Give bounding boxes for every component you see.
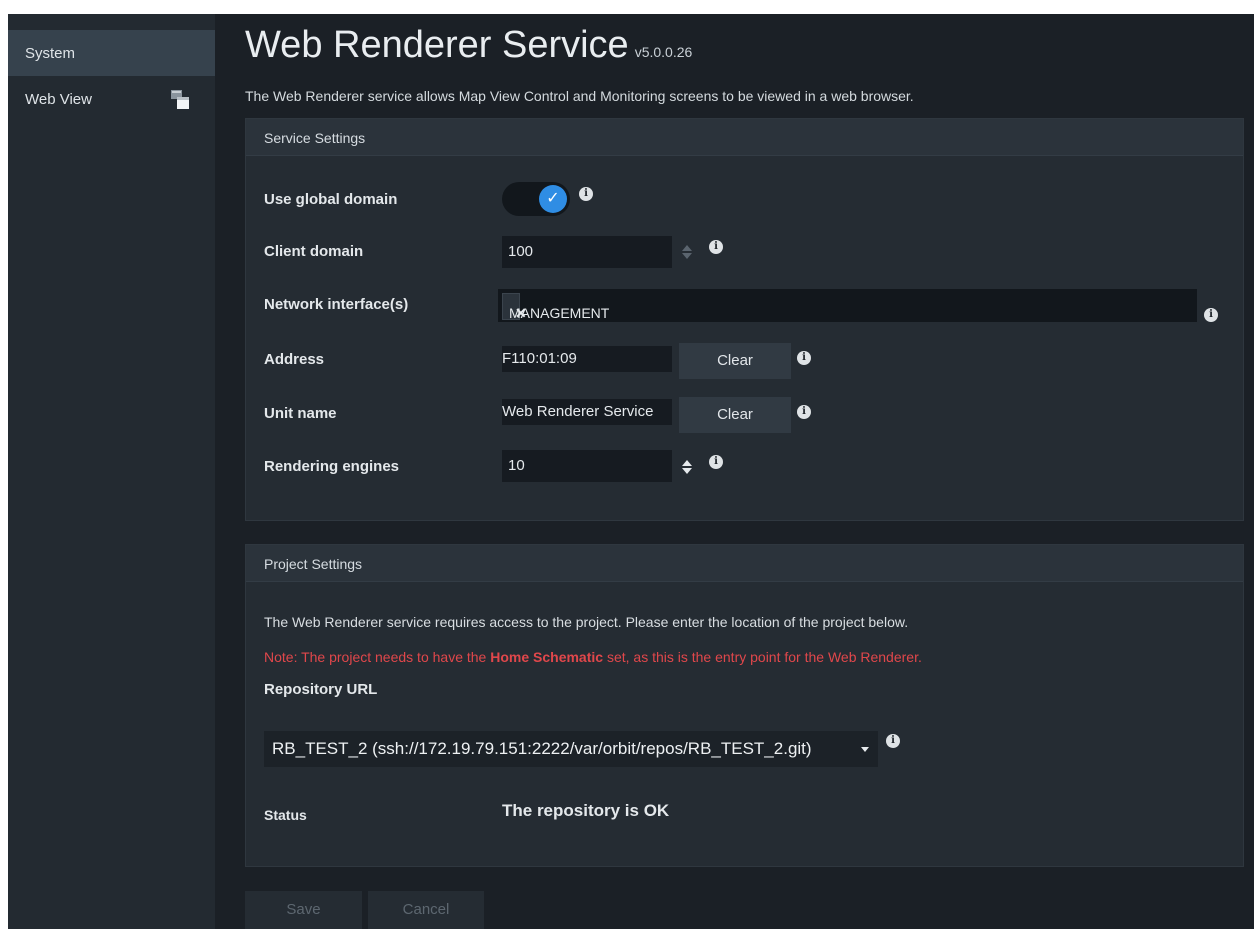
client-domain-stepper[interactable] <box>682 245 692 259</box>
main-content: Web Renderer Service v5.0.0.26 The Web Re… <box>215 14 1254 929</box>
sidebar-item-label: System <box>25 45 76 62</box>
info-icon[interactable]: i <box>579 187 593 201</box>
project-settings-panel: Project Settings The Web Renderer servic… <box>245 544 1244 867</box>
status-label: Status <box>264 807 307 823</box>
status-value: The repository is OK <box>502 801 670 820</box>
rendering-engines-value: 10 <box>508 457 525 474</box>
page-description: The Web Renderer service allows Map View… <box>245 88 914 104</box>
chevron-down-icon <box>861 747 869 752</box>
project-settings-header: Project Settings <box>246 545 1243 582</box>
project-note-bold: Home Schematic <box>490 649 604 665</box>
remove-tag-icon[interactable]: ✕ <box>515 301 527 326</box>
project-note-prefix: Note: The project needs to have the <box>264 649 491 665</box>
page-title-text: Web Renderer Service <box>245 24 629 66</box>
sidebar-item-label: Web View <box>25 91 92 108</box>
address-input[interactable]: F110:01:09 <box>502 346 672 372</box>
address-value: F110:01:09 <box>502 350 577 367</box>
repository-url-label: Repository URL <box>264 681 378 698</box>
use-global-domain-toggle[interactable]: ✓ <box>502 182 570 216</box>
sidebar-item-system[interactable]: System <box>8 30 215 76</box>
client-domain-label: Client domain <box>264 243 364 260</box>
address-clear-button[interactable]: Clear <box>679 343 791 379</box>
network-interfaces-label: Network interface(s) <box>264 296 409 313</box>
check-icon: ✓ <box>539 185 567 213</box>
repository-url-value: RB_TEST_2 (ssh://172.19.79.151:2222/var/… <box>272 739 812 758</box>
project-note-suffix: set, as this is the entry point for the … <box>603 649 922 665</box>
decrement-icon[interactable] <box>682 468 692 474</box>
unit-name-label: Unit name <box>264 405 337 422</box>
unit-name-input[interactable]: Web Renderer Service <box>502 399 672 425</box>
info-icon[interactable]: i <box>709 455 723 469</box>
repository-url-select[interactable]: RB_TEST_2 (ssh://172.19.79.151:2222/var/… <box>264 731 854 767</box>
project-note: Note: The project needs to have the Home… <box>264 649 922 665</box>
repository-dropdown-button[interactable] <box>852 731 878 767</box>
network-interfaces-input[interactable]: MANAGEMENT ✕ <box>498 289 1197 322</box>
info-icon[interactable]: i <box>709 240 723 254</box>
page-title: Web Renderer Service v5.0.0.26 <box>245 24 692 67</box>
increment-icon[interactable] <box>682 460 692 466</box>
use-global-domain-label: Use global domain <box>264 191 398 208</box>
decrement-icon[interactable] <box>682 253 692 259</box>
rendering-engines-label: Rendering engines <box>264 458 400 475</box>
service-settings-panel: Service Settings Use global domain ✓ i C… <box>245 118 1244 521</box>
address-label: Address <box>264 351 325 368</box>
increment-icon[interactable] <box>682 245 692 251</box>
sidebar: System Web View <box>8 14 215 929</box>
info-icon[interactable]: i <box>886 734 900 748</box>
info-icon[interactable]: i <box>797 351 811 365</box>
client-domain-value: 100 <box>508 243 534 260</box>
rendering-engines-input[interactable]: 10 <box>502 450 672 482</box>
client-domain-input[interactable]: 100 <box>502 236 672 268</box>
save-button[interactable]: Save <box>245 891 362 929</box>
app-window: System Web View Web Renderer Service v5.0… <box>8 14 1254 929</box>
cancel-button[interactable]: Cancel <box>368 891 484 929</box>
unit-name-value: Web Renderer Service <box>502 403 654 420</box>
window-stack-icon <box>171 90 191 110</box>
info-icon[interactable]: i <box>797 405 811 419</box>
unit-name-clear-button[interactable]: Clear <box>679 397 791 433</box>
info-icon[interactable]: i <box>1204 308 1218 322</box>
sidebar-item-web-view[interactable]: Web View <box>8 76 215 122</box>
rendering-engines-stepper[interactable] <box>682 460 692 474</box>
network-interface-tag: MANAGEMENT ✕ <box>502 293 609 321</box>
version-label: v5.0.0.26 <box>634 44 693 60</box>
service-settings-header: Service Settings <box>246 119 1243 156</box>
service-settings-title: Service Settings <box>264 130 366 146</box>
project-intro-text: The Web Renderer service requires access… <box>264 614 909 630</box>
project-settings-title: Project Settings <box>264 556 363 572</box>
